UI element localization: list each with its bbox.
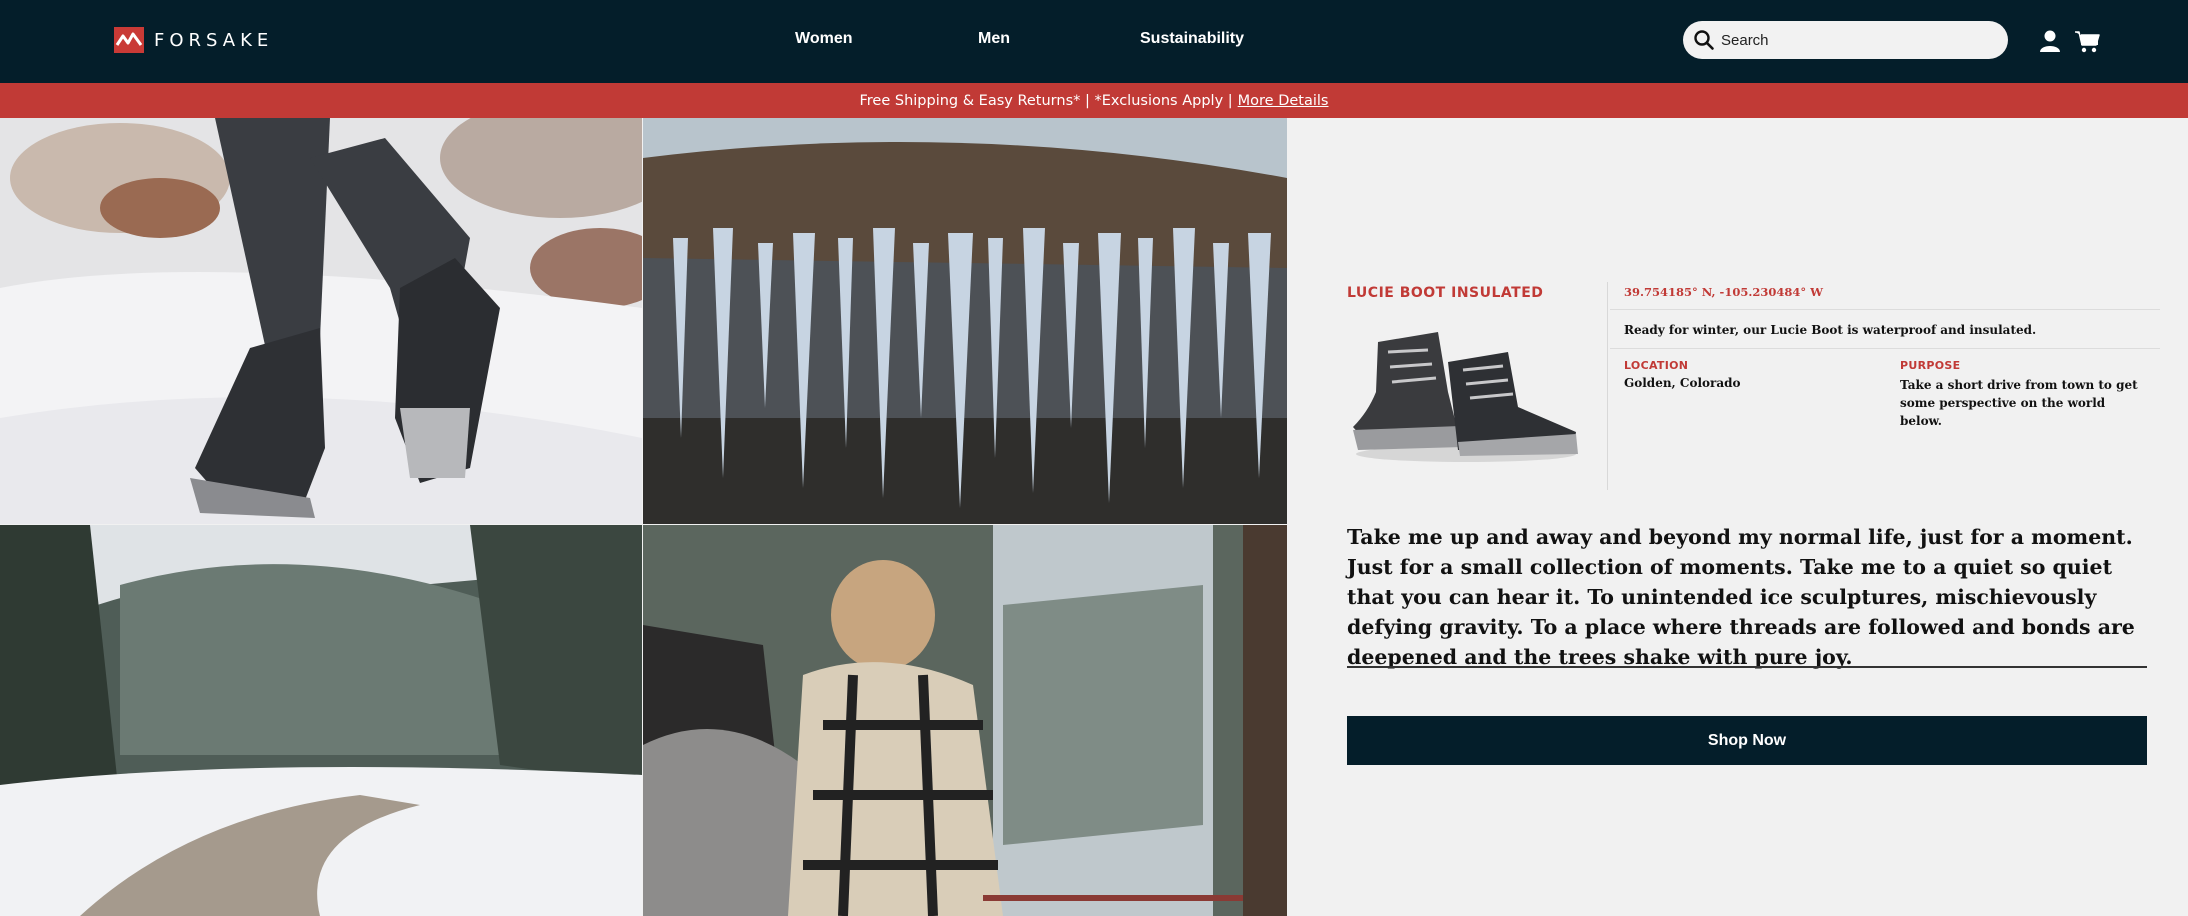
- cart-icon[interactable]: [2074, 29, 2100, 53]
- site-header: FORSAKE Women Men Sustainability: [0, 0, 2188, 83]
- info-divider: [1607, 282, 1608, 490]
- promo-banner: Free Shipping & Easy Returns* | *Exclusi…: [0, 83, 2188, 118]
- info-rule-2: [1610, 348, 2160, 349]
- more-details-link[interactable]: More Details: [1238, 93, 1329, 109]
- location-value: Golden, Colorado: [1624, 376, 1741, 390]
- nav-women[interactable]: Women: [795, 30, 852, 48]
- search-input[interactable]: [1721, 31, 1991, 49]
- nav-men[interactable]: Men: [978, 30, 1010, 48]
- shop-now-button[interactable]: Shop Now: [1347, 716, 2147, 765]
- photo-icicles: [643, 118, 1287, 524]
- coordinates: 39.754185° N, -105.230484° W: [1624, 285, 1824, 299]
- product-image-boots[interactable]: [1348, 322, 1584, 464]
- photo-people-forest: [643, 525, 1287, 916]
- promo-text: Free Shipping & Easy Returns* | *Exclusi…: [859, 92, 1233, 109]
- location-label: LOCATION: [1624, 359, 1689, 372]
- purpose-value: Take a short drive from town to get some…: [1900, 378, 2138, 428]
- user-icon[interactable]: [2039, 29, 2061, 53]
- photo-boots-in-snow: [0, 118, 642, 524]
- nav-sustainability[interactable]: Sustainability: [1140, 30, 1244, 48]
- story-rule: [1347, 666, 2147, 668]
- search-bar[interactable]: [1683, 21, 2008, 59]
- info-rule-1: [1610, 309, 2160, 310]
- search-icon[interactable]: [1693, 29, 1715, 51]
- purpose-label: PURPOSE: [1900, 359, 1961, 372]
- photo-snowy-road: [0, 525, 642, 916]
- product-description: Ready for winter, our Lucie Boot is wate…: [1624, 323, 2037, 337]
- story-paragraph: Take me up and away and beyond my normal…: [1347, 525, 2135, 669]
- product-name[interactable]: LUCIE BOOT INSULATED: [1347, 285, 1543, 301]
